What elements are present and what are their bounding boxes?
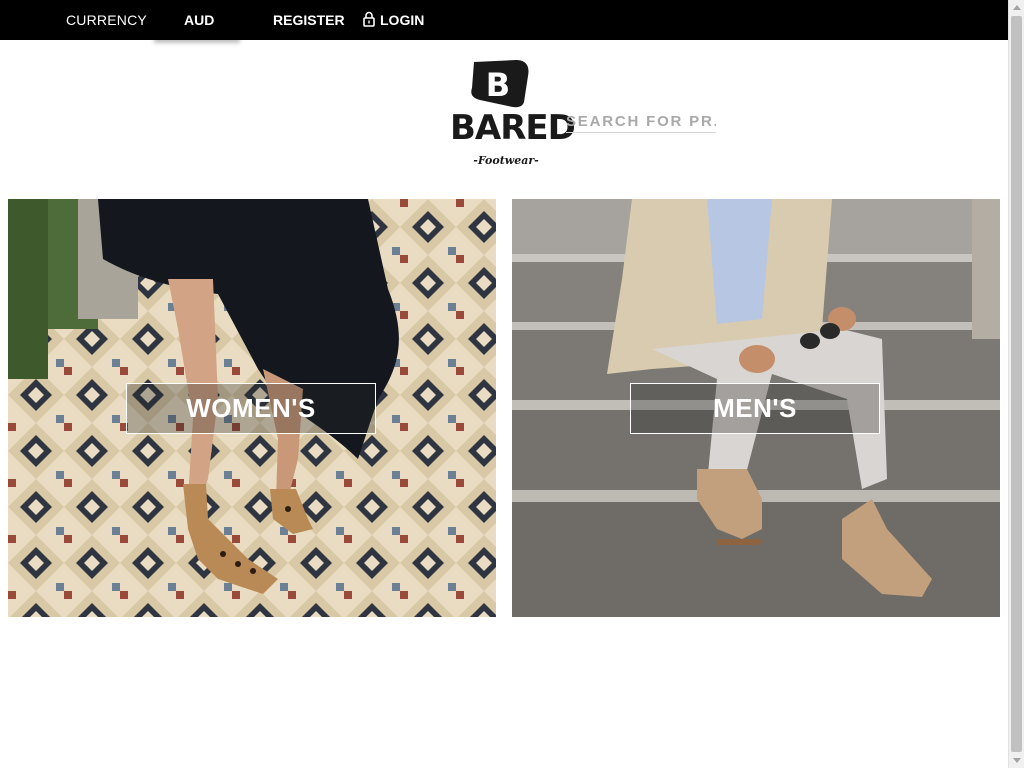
- login-label: LOGIN: [380, 12, 425, 28]
- brand-name: BARED: [450, 108, 576, 148]
- currency-selector[interactable]: AUD: [184, 12, 214, 28]
- logo-mark-icon: B: [471, 60, 529, 108]
- brand-tagline: -Footwear-: [473, 154, 539, 167]
- scroll-thumb[interactable]: [1011, 16, 1022, 752]
- brand-logo[interactable]: B BARED -Footwear-: [450, 58, 576, 172]
- lock-icon: [363, 11, 375, 27]
- login-link[interactable]: LOGIN: [363, 10, 424, 28]
- svg-text:B: B: [486, 66, 510, 104]
- register-link[interactable]: REGISTER: [273, 12, 345, 28]
- vertical-scrollbar[interactable]: [1008, 0, 1024, 768]
- category-tile-womens[interactable]: WOMEN'S: [8, 199, 496, 617]
- womens-button[interactable]: WOMEN'S: [126, 383, 376, 434]
- search-input[interactable]: [566, 110, 716, 133]
- category-tile-mens[interactable]: MEN'S: [512, 199, 1000, 617]
- scroll-down-icon[interactable]: [1013, 758, 1021, 763]
- currency-label: CURRENCY: [66, 12, 147, 28]
- top-bar: CURRENCY AUD REGISTER LOGIN: [0, 0, 1008, 40]
- mens-button[interactable]: MEN'S: [630, 383, 880, 434]
- scroll-up-icon[interactable]: [1013, 5, 1021, 10]
